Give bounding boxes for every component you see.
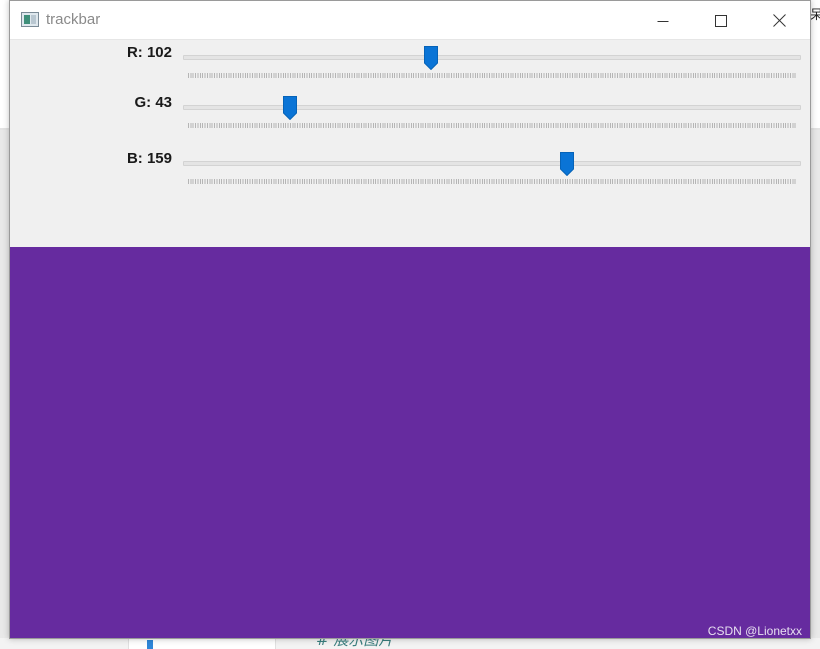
- trackbar-label-g: G: 43: [134, 94, 172, 111]
- minimize-icon: [657, 20, 669, 22]
- window-title: trackbar: [46, 11, 101, 28]
- opencv-window-icon[interactable]: [21, 12, 39, 27]
- trackbar-thumb-b[interactable]: [560, 152, 575, 176]
- trackbar-thumb-r[interactable]: [424, 46, 438, 70]
- trackbar-label-r: R: 102: [126, 44, 172, 61]
- trackbar-ticks-b: [188, 179, 796, 184]
- maximize-icon: [715, 14, 727, 27]
- trackbar-groove-g[interactable]: [183, 105, 801, 110]
- trackbar-r: R: 102: [10, 42, 810, 86]
- color-preview: CSDN @Lionetxx: [10, 247, 810, 638]
- background-corner-text: 呆: [810, 8, 820, 23]
- trackbar-thumb-g[interactable]: [282, 96, 297, 120]
- trackbar-label-b: B: 159: [126, 150, 172, 167]
- background-bottom-area: [0, 638, 820, 649]
- trackbar-groove-b[interactable]: [183, 161, 801, 166]
- trackbar-g: G: 43: [10, 92, 810, 136]
- trackbar-window: trackbar R: 102 G: 43 B: 159 CSDN @Lione…: [9, 0, 811, 639]
- watermark: CSDN @Lionetxx: [707, 624, 802, 638]
- close-icon: [772, 14, 786, 27]
- trackbar-panel: R: 102 G: 43 B: 159: [10, 41, 810, 247]
- title-bar[interactable]: trackbar: [10, 1, 810, 40]
- trackbar-ticks-g: [188, 123, 796, 128]
- minimize-button[interactable]: [640, 1, 686, 40]
- trackbar-b: B: 159: [10, 148, 810, 192]
- close-button[interactable]: [756, 1, 802, 40]
- trackbar-groove-r[interactable]: [183, 55, 801, 60]
- maximize-button[interactable]: [698, 1, 744, 40]
- background-bottom-accent: [147, 640, 153, 649]
- trackbar-ticks-r: [188, 73, 796, 78]
